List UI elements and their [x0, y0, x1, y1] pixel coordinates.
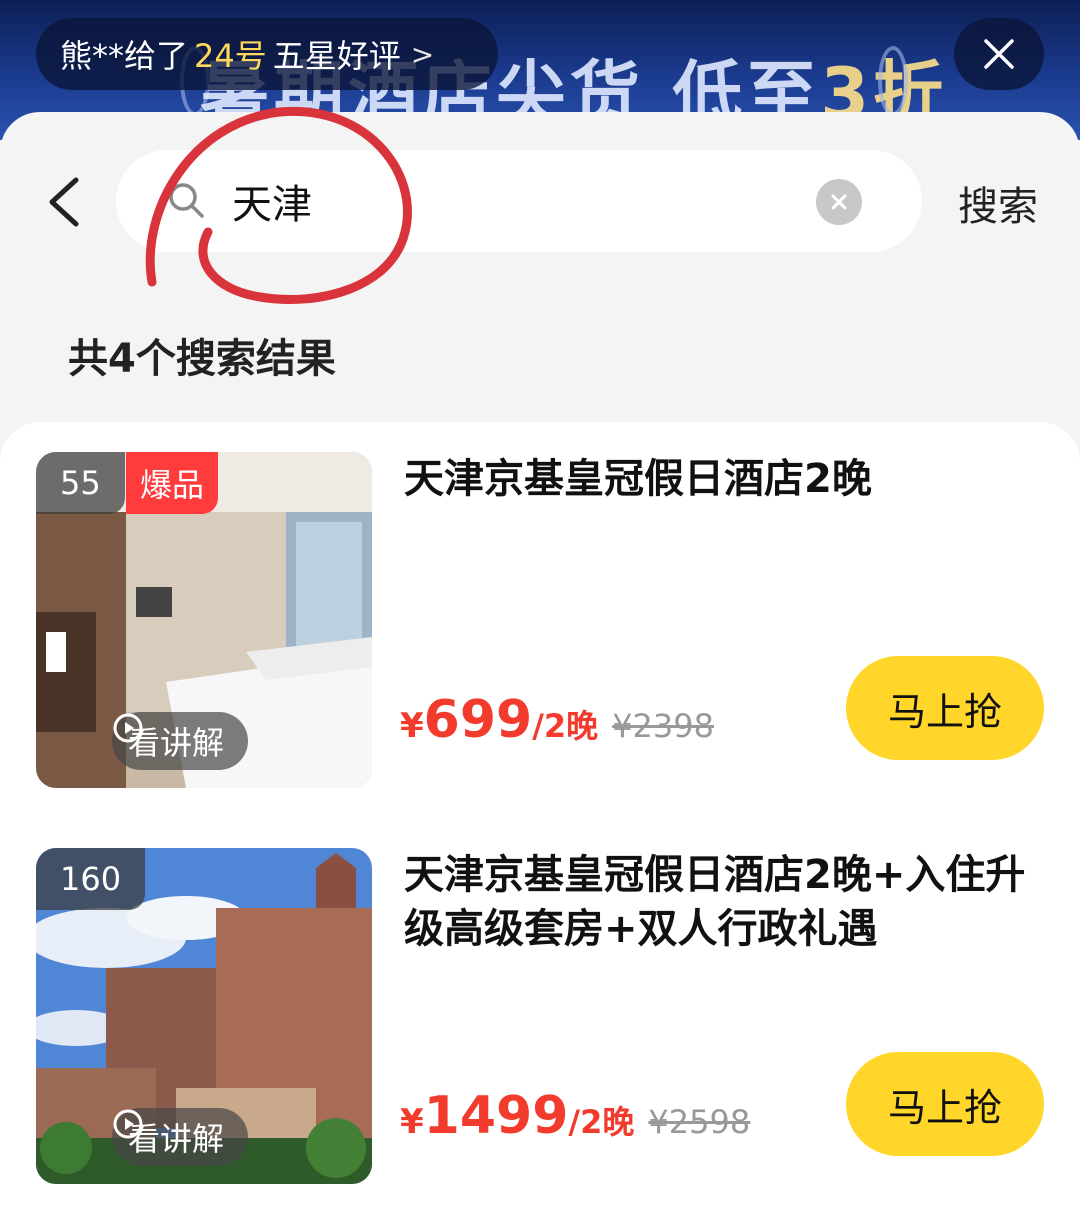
review-text: 五星好评 [272, 37, 401, 75]
hotel-exterior-image[interactable]: 160 看讲解 [36, 848, 372, 1184]
results-list: 55 爆品 看讲解 天津京基皇冠假日酒店2晚 ¥ 699 /2晚 ¥2398 马… [0, 422, 1080, 1227]
sale-price: 1499 [423, 1086, 569, 1146]
currency-symbol: ¥ [400, 706, 424, 746]
view-count-badge: 160 [36, 848, 146, 910]
laurel-right-icon [878, 46, 908, 116]
review-user: 熊**给了 [60, 37, 189, 75]
hotel-room-image[interactable]: 55 爆品 看讲解 [36, 452, 372, 788]
watch-explainer-button[interactable]: 看讲解 [112, 1108, 249, 1166]
play-icon [113, 1109, 143, 1139]
chevron-right-icon: > [410, 37, 435, 71]
clear-search-button[interactable] [816, 179, 862, 225]
close-icon [984, 39, 1014, 69]
search-icon [169, 183, 204, 218]
review-room: 24号 [194, 37, 267, 75]
price-row: ¥ 1499 /2晚 ¥2598 [400, 1086, 750, 1146]
currency-symbol: ¥ [400, 1102, 424, 1142]
buy-now-button[interactable]: 马上抢 [846, 1052, 1044, 1156]
price-unit: /2晚 [568, 1103, 635, 1141]
view-count-badge: 55 [36, 452, 125, 514]
list-item[interactable]: 55 爆品 看讲解 天津京基皇冠假日酒店2晚 ¥ 699 /2晚 ¥2398 马… [0, 422, 1080, 788]
search-bar[interactable] [116, 150, 922, 252]
search-input[interactable] [232, 172, 792, 230]
back-button[interactable] [40, 174, 90, 230]
sale-price: 699 [423, 690, 533, 750]
result-count: 共4个搜索结果 [68, 336, 336, 382]
price-row: ¥ 699 /2晚 ¥2398 [400, 690, 714, 750]
play-icon [113, 713, 143, 743]
hot-product-tag: 爆品 [126, 452, 219, 514]
hotel-title[interactable]: 天津京基皇冠假日酒店2晚+入住升级高级套房+双人行政礼遇 [404, 848, 1054, 956]
list-item[interactable]: 160 看讲解 天津京基皇冠假日酒店2晚+入住升级高级套房+双人行政礼遇 ¥ 1… [0, 818, 1080, 1184]
search-submit-button[interactable]: 搜索 [958, 174, 1038, 232]
original-price: ¥2398 [612, 707, 714, 745]
buy-now-button[interactable]: 马上抢 [846, 656, 1044, 760]
hotel-title[interactable]: 天津京基皇冠假日酒店2晚 [404, 452, 1054, 506]
review-ticker[interactable]: 熊**给了 24号 五星好评 > [36, 18, 498, 90]
original-price: ¥2598 [648, 1103, 751, 1141]
clear-icon [831, 194, 847, 210]
close-button[interactable] [954, 18, 1044, 90]
watch-explainer-button[interactable]: 看讲解 [112, 712, 249, 770]
chevron-left-icon [49, 177, 79, 227]
price-unit: /2晚 [532, 707, 599, 745]
